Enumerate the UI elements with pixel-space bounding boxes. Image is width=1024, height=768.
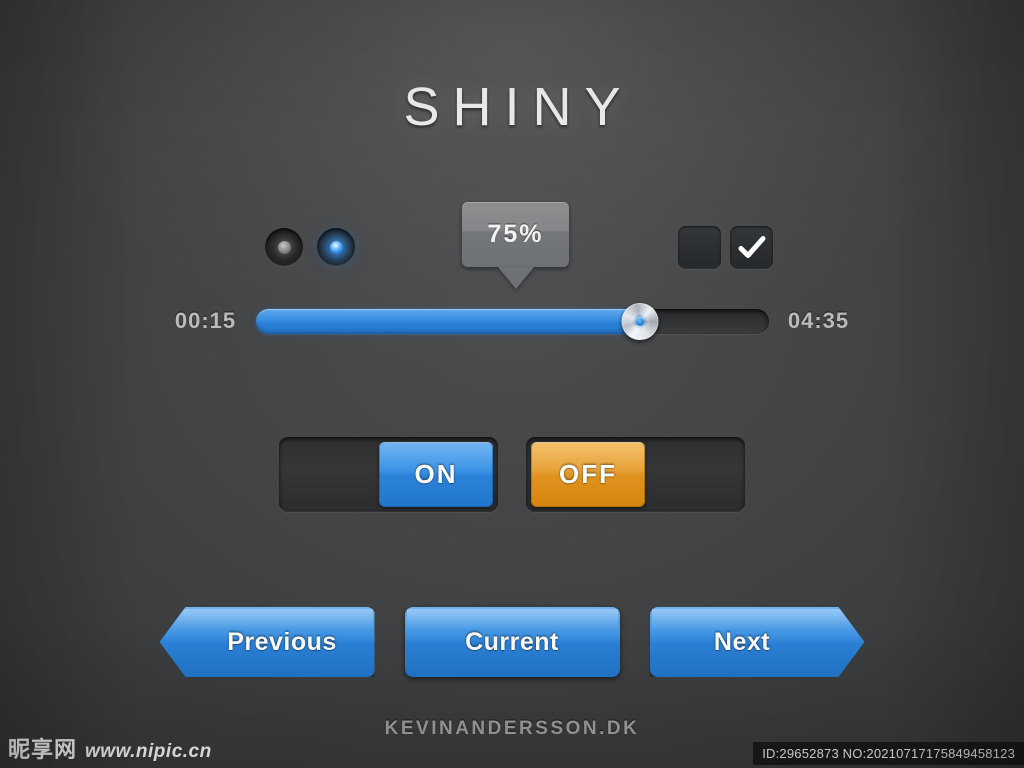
percent-tooltip: 75%: [462, 202, 569, 289]
watermark-url: www.nipic.cn: [85, 741, 212, 762]
checkmark-icon: [738, 235, 765, 258]
radio-group: [265, 228, 355, 266]
tooltip-arrow-icon: [497, 267, 534, 289]
radio-option-1[interactable]: [265, 228, 303, 266]
nav-button-row: Previous Current Next: [0, 607, 1024, 677]
radio-dot-icon: [277, 240, 291, 254]
checkbox-group: [678, 226, 773, 269]
slider-start-time: 00:15: [174, 308, 237, 333]
toggle-switch-on[interactable]: ON: [279, 437, 498, 512]
toggle-knob-off: OFF: [531, 442, 645, 507]
slider-fill: [255, 308, 641, 334]
watermark-logo-text: 昵享网: [8, 738, 78, 763]
toggle-switch-off[interactable]: OFF: [526, 437, 745, 512]
watermark-id: ID:29652873 NO:20210717175849458123: [753, 742, 1024, 765]
slider-end-time: 04:35: [787, 308, 850, 333]
next-button[interactable]: Next: [650, 607, 865, 677]
checkbox-option-1[interactable]: [678, 226, 721, 269]
radio-option-2[interactable]: [317, 228, 355, 266]
page-title: SHINY: [403, 77, 634, 137]
checkbox-option-2[interactable]: [730, 226, 773, 269]
watermark-nipic: 昵享网 www.nipic.cn: [8, 732, 212, 764]
slider-row: 00:15 04:35: [0, 296, 1024, 346]
radio-dot-selected-icon: [329, 240, 343, 254]
tooltip-value: 75%: [487, 220, 544, 248]
slider-handle[interactable]: [621, 302, 659, 340]
toggle-row: ON OFF: [0, 437, 1024, 512]
tooltip-body: 75%: [462, 202, 569, 267]
app-root: SHINY 75% 00:15 04:35 ON OFF Previous Cu…: [0, 0, 1024, 768]
previous-button[interactable]: Previous: [159, 607, 375, 677]
slider-knob-core-icon: [635, 316, 645, 326]
toggle-knob-on: ON: [379, 442, 493, 507]
current-button[interactable]: Current: [404, 607, 620, 677]
progress-slider[interactable]: [255, 302, 769, 340]
